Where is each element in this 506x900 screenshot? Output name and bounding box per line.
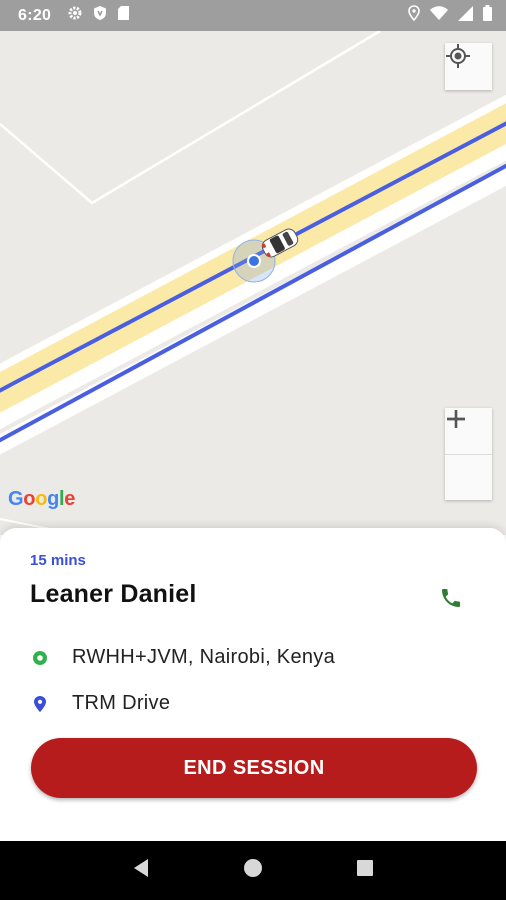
current-location-dot: [247, 254, 261, 268]
my-location-button[interactable]: [445, 43, 492, 90]
recents-icon: [356, 859, 374, 882]
pickup-address: RWHH+JVM, Nairobi, Kenya: [72, 646, 336, 668]
passenger-name: Leaner Daniel: [30, 580, 197, 608]
sd-card-icon: [117, 5, 130, 26]
end-session-button[interactable]: END SESSION: [31, 738, 477, 798]
map-view[interactable]: Google: [0, 31, 506, 535]
map-canvas: [0, 31, 506, 535]
location-pin-icon: [408, 5, 420, 26]
pickup-row: RWHH+JVM, Nairobi, Kenya: [30, 646, 335, 669]
dropoff-address: TRM Drive: [72, 692, 171, 714]
zoom-controls: [445, 408, 492, 500]
trip-card: 15 mins Leaner Daniel RWHH+JVM, Nairobi,…: [0, 528, 506, 841]
status-left-icons: [67, 5, 130, 26]
home-icon: [243, 858, 263, 883]
phone-icon: [439, 586, 463, 615]
system-nav-bar: [0, 841, 506, 900]
battery-icon: [483, 5, 492, 26]
nav-home-button[interactable]: [233, 851, 273, 891]
nav-back-button[interactable]: [121, 851, 161, 891]
gear-icon: [67, 5, 83, 26]
eta-label: 15 mins: [30, 552, 86, 569]
zoom-out-button[interactable]: [445, 417, 492, 500]
dropoff-pin-icon: [30, 695, 50, 712]
wifi-icon: [430, 6, 448, 25]
status-bar: 6:20: [0, 0, 506, 31]
shield-icon: [93, 5, 107, 26]
status-time: 6:20: [18, 6, 52, 24]
google-logo: Google: [8, 488, 76, 510]
signal-icon: [458, 5, 473, 26]
dropoff-row: TRM Drive: [30, 692, 170, 715]
nav-recents-button[interactable]: [345, 851, 385, 891]
pickup-dot-icon: [30, 649, 50, 667]
back-icon: [132, 858, 150, 883]
status-right-icons: [408, 5, 492, 26]
call-button[interactable]: [434, 583, 468, 617]
